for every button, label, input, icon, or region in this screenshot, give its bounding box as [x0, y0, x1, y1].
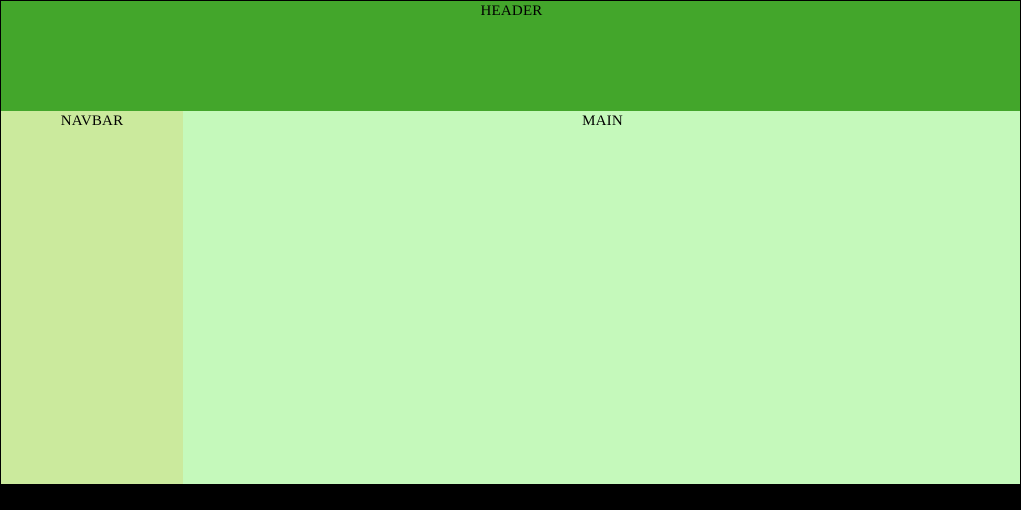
main-region: MAIN: [183, 111, 1020, 484]
header-region: HEADER: [1, 1, 1020, 111]
navbar-region: NAVBAR: [1, 111, 183, 484]
main-label: MAIN: [582, 113, 623, 129]
navbar-label: NAVBAR: [60, 113, 124, 129]
header-label: HEADER: [480, 3, 543, 19]
page-layout: HEADER NAVBAR MAIN: [0, 0, 1021, 485]
footer-region: [0, 485, 1021, 510]
